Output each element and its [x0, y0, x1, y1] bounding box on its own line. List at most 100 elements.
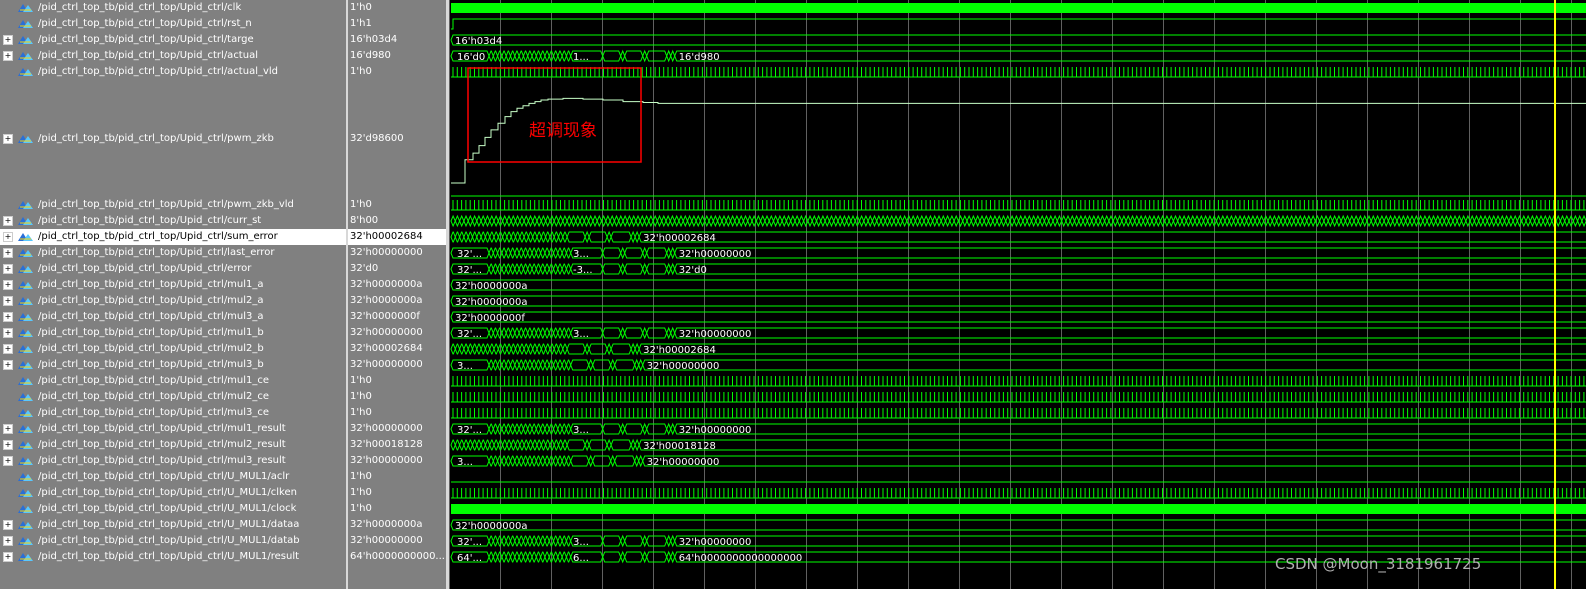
expand-icon[interactable]: +	[3, 248, 13, 258]
signal-icon	[18, 553, 33, 561]
expand-icon[interactable]: +	[3, 133, 13, 144]
signal-value: 32'h0000000a	[350, 279, 423, 290]
bus-value-label: 3...	[573, 425, 589, 436]
expand-icon[interactable]: +	[3, 264, 13, 274]
bus-trace	[450, 422, 676, 436]
expand-icon[interactable]: +	[3, 328, 13, 338]
signal-row[interactable]: + /pid_ctrl_top_tb/pid_ctrl_top/Upid_ctrl…	[0, 309, 346, 325]
bus-trace	[450, 534, 676, 548]
signal-name: /pid_ctrl_top_tb/pid_ctrl_top/Upid_ctrl/…	[38, 50, 258, 61]
waveform-window: /pid_ctrl_top_tb/pid_ctrl_top/Upid_ctrl/…	[0, 0, 1586, 589]
expand-icon[interactable]: +	[3, 35, 13, 45]
signal-value: 8'h00	[350, 215, 379, 226]
expand-icon[interactable]: +	[3, 216, 13, 226]
signal-name: /pid_ctrl_top_tb/pid_ctrl_top/Upid_ctrl/…	[38, 375, 270, 386]
expand-icon[interactable]: +	[3, 424, 13, 434]
signal-row[interactable]: /pid_ctrl_top_tb/pid_ctrl_top/Upid_ctrl/…	[0, 0, 346, 16]
signal-icon	[18, 489, 33, 497]
expand-icon[interactable]: +	[3, 312, 13, 322]
signal-row[interactable]: + /pid_ctrl_top_tb/pid_ctrl_top/Upid_ctrl…	[0, 277, 346, 293]
signal-value: 32'h00018128	[350, 439, 423, 450]
signal-value-pane[interactable]: 1'h0 1'h1 16'h03d4 16'd980 1'h0 32'd98600 1'h0…	[348, 0, 446, 589]
bus-value-label: 32'h00000000	[647, 361, 720, 372]
bus-value-label: 64'...	[457, 553, 482, 564]
signal-row[interactable]: + /pid_ctrl_top_tb/pid_ctrl_top/Upid_ctrl…	[0, 48, 346, 64]
signal-row[interactable]: + /pid_ctrl_top_tb/pid_ctrl_top/Upid_ctrl…	[0, 229, 346, 245]
expand-icon[interactable]: +	[3, 440, 13, 450]
signal-row[interactable]: + /pid_ctrl_top_tb/pid_ctrl_top/Upid_ctrl…	[0, 549, 346, 565]
signal-icon	[18, 297, 33, 305]
signal-icon	[18, 249, 33, 257]
signal-row[interactable]: + /pid_ctrl_top_tb/pid_ctrl_top/Upid_ctrl…	[0, 437, 346, 453]
expand-icon[interactable]: +	[3, 344, 13, 354]
pulse-trace	[452, 392, 1585, 402]
signal-row[interactable]: /pid_ctrl_top_tb/pid_ctrl_top/Upid_ctrl/…	[0, 469, 346, 485]
signal-row[interactable]: + /pid_ctrl_top_tb/pid_ctrl_top/Upid_ctrl…	[0, 517, 346, 533]
bus-trace	[642, 359, 1586, 371]
signal-value: 16'h03d4	[350, 34, 398, 45]
signal-name: /pid_ctrl_top_tb/pid_ctrl_top/Upid_ctrl/…	[38, 359, 264, 370]
expand-icon[interactable]: +	[3, 520, 13, 530]
expand-icon[interactable]: +	[3, 360, 13, 370]
signal-row[interactable]: /pid_ctrl_top_tb/pid_ctrl_top/Upid_ctrl/…	[0, 16, 346, 32]
signal-icon	[18, 521, 33, 529]
signal-value: 32'd98600	[350, 133, 404, 144]
expand-icon[interactable]: +	[3, 296, 13, 306]
signal-icon	[18, 537, 33, 545]
expand-icon[interactable]: +	[3, 456, 13, 466]
bus-value-label: 1...	[573, 52, 589, 63]
expand-icon[interactable]: +	[3, 280, 13, 290]
signal-icon	[18, 313, 33, 321]
signal-row[interactable]: /pid_ctrl_top_tb/pid_ctrl_top/Upid_ctrl/…	[0, 501, 346, 517]
signal-row[interactable]: + /pid_ctrl_top_tb/pid_ctrl_top/Upid_ctrl…	[0, 453, 346, 469]
signal-row[interactable]: /pid_ctrl_top_tb/pid_ctrl_top/Upid_ctrl/…	[0, 485, 346, 501]
bus-trace	[674, 535, 1586, 547]
signal-icon	[18, 4, 33, 12]
expand-icon[interactable]: +	[3, 51, 13, 61]
signal-name-pane[interactable]: /pid_ctrl_top_tb/pid_ctrl_top/Upid_ctrl/…	[0, 0, 346, 589]
signal-row[interactable]: + /pid_ctrl_top_tb/pid_ctrl_top/Upid_ctrl…	[0, 32, 346, 48]
waveform-canvas[interactable]: 16'h03d4 16'd0 1... 16'd980 32'h00002684 32'.…	[449, 0, 1586, 589]
signal-icon	[18, 425, 33, 433]
signal-name: /pid_ctrl_top_tb/pid_ctrl_top/Upid_ctrl/…	[38, 391, 270, 402]
signal-row[interactable]: + /pid_ctrl_top_tb/pid_ctrl_top/Upid_ctrl…	[0, 80, 346, 197]
signal-row[interactable]: + /pid_ctrl_top_tb/pid_ctrl_top/Upid_ctrl…	[0, 261, 346, 277]
bus-value-label: 16'd980	[679, 52, 720, 63]
signal-row[interactable]: + /pid_ctrl_top_tb/pid_ctrl_top/Upid_ctrl…	[0, 341, 346, 357]
signal-name: /pid_ctrl_top_tb/pid_ctrl_top/Upid_ctrl/…	[38, 199, 294, 210]
signal-row[interactable]: + /pid_ctrl_top_tb/pid_ctrl_top/Upid_ctrl…	[0, 357, 346, 373]
bus-value-label: 32'h00000000	[647, 457, 720, 468]
expand-icon[interactable]: +	[3, 552, 13, 562]
signal-icon	[18, 36, 33, 44]
signal-row[interactable]: + /pid_ctrl_top_tb/pid_ctrl_top/Upid_ctrl…	[0, 245, 346, 261]
overshoot-annotation-box	[467, 67, 642, 163]
signal-row[interactable]: /pid_ctrl_top_tb/pid_ctrl_top/Upid_ctrl/…	[0, 389, 346, 405]
bus-trace	[450, 262, 676, 276]
signal-value: 1'h0	[350, 471, 372, 482]
expand-icon[interactable]: +	[3, 536, 13, 546]
waveform-pane[interactable]: 16'h03d4 16'd0 1... 16'd980 32'h00002684 32'.…	[449, 0, 1586, 589]
signal-row[interactable]: + /pid_ctrl_top_tb/pid_ctrl_top/Upid_ctrl…	[0, 293, 346, 309]
bus-value-label: 32'h0000000a	[455, 521, 527, 532]
signal-value: 32'h00000000	[350, 327, 423, 338]
bus-trace	[450, 214, 1586, 228]
signal-name: /pid_ctrl_top_tb/pid_ctrl_top/Upid_ctrl/…	[38, 471, 290, 482]
signal-row[interactable]: /pid_ctrl_top_tb/pid_ctrl_top/Upid_ctrl/…	[0, 405, 346, 421]
signal-icon	[18, 409, 33, 417]
expand-icon[interactable]: +	[3, 232, 13, 242]
signal-row[interactable]: + /pid_ctrl_top_tb/pid_ctrl_top/Upid_ctrl…	[0, 213, 346, 229]
signal-row[interactable]: + /pid_ctrl_top_tb/pid_ctrl_top/Upid_ctrl…	[0, 421, 346, 437]
bus-value-label: 64'h0000000000000000	[679, 553, 803, 564]
signal-value: 1'h0	[350, 199, 372, 210]
signal-row[interactable]: + /pid_ctrl_top_tb/pid_ctrl_top/Upid_ctrl…	[0, 325, 346, 341]
signal-row[interactable]: /pid_ctrl_top_tb/pid_ctrl_top/Upid_ctrl/…	[0, 197, 346, 213]
bus-trace	[674, 263, 1586, 275]
signal-name: /pid_ctrl_top_tb/pid_ctrl_top/Upid_ctrl/…	[38, 535, 300, 546]
signal-row[interactable]: /pid_ctrl_top_tb/pid_ctrl_top/Upid_ctrl/…	[0, 373, 346, 389]
bus-value-label: 6...	[573, 553, 589, 564]
signal-row[interactable]: /pid_ctrl_top_tb/pid_ctrl_top/Upid_ctrl/…	[0, 64, 346, 80]
signal-trace	[451, 18, 1586, 30]
bus-trace	[450, 279, 1586, 291]
signal-row[interactable]: + /pid_ctrl_top_tb/pid_ctrl_top/Upid_ctrl…	[0, 533, 346, 549]
signal-value: 1'h0	[350, 391, 372, 402]
